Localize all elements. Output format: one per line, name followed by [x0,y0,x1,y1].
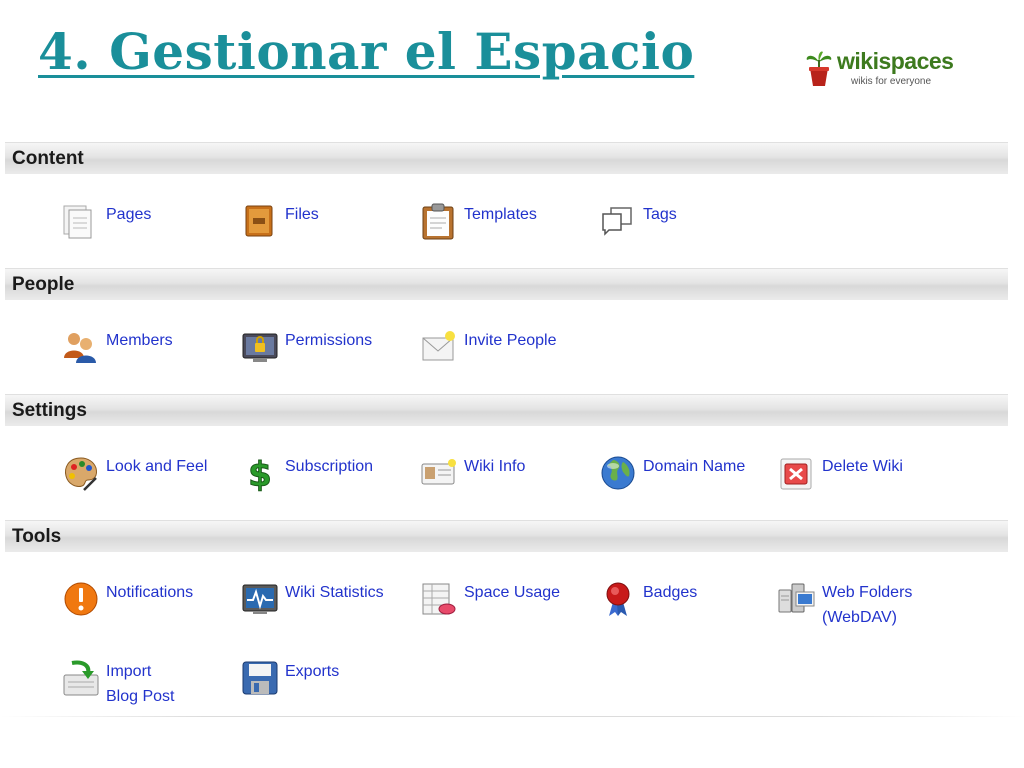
section-header-content: Content [5,142,1008,174]
item-wiki-statistics[interactable]: Wiki Statistics [241,580,411,620]
invite-people-icon [422,331,455,361]
item-exports[interactable]: Exports [241,659,381,699]
badge-icon [606,582,630,616]
item-label: Space Usage [464,584,561,601]
item-import-blog-post[interactable]: Import Blog Post [62,659,212,711]
item-delete-wiki[interactable]: Delete Wiki [778,454,928,494]
item-label-line1: Import [106,663,152,680]
item-label-line2: Blog Post [106,688,175,705]
item-wiki-info[interactable]: Wiki Info [420,454,570,494]
item-label: Members [106,332,173,349]
item-invite-people[interactable]: Invite People [420,328,590,368]
logo-name: wikispaces [837,48,954,74]
pages-icon [63,205,92,239]
id-card-icon [421,459,456,485]
item-label-line2: (WebDAV) [822,609,897,626]
slide-title: 4. Gestionar el Espacio [38,22,695,81]
item-label: Templates [464,206,537,223]
members-icon [64,333,96,363]
wikispaces-logo[interactable]: wikispaces wikis for everyone [803,48,963,92]
item-label: Wiki Statistics [285,584,384,601]
section-title-people: People [12,274,75,295]
templates-icon [422,203,454,240]
section-title-content: Content [12,148,84,169]
item-pages[interactable]: Pages [62,202,202,242]
item-space-usage[interactable]: Space Usage [420,580,580,620]
exports-icon [242,661,278,695]
space-usage-icon [422,583,456,615]
section-header-settings: Settings [5,394,1008,426]
globe-icon [601,456,635,490]
item-files[interactable]: Files [241,202,381,242]
item-members[interactable]: Members [62,328,202,368]
item-label: Invite People [464,332,557,349]
section-header-tools: Tools [5,520,1008,552]
item-look-and-feel[interactable]: Look and Feel [62,454,232,494]
tags-icon [602,207,632,236]
item-label: Domain Name [643,458,746,475]
item-subscription[interactable]: $ Subscription [241,454,401,494]
item-label: Look and Feel [106,458,208,475]
manage-space-panel: Content Pages Files Templates Tags Peopl… [5,142,1008,717]
svg-text:$: $ [248,455,272,492]
delete-icon [780,458,812,490]
item-label-line1: Web Folders [822,584,913,601]
section-header-people: People [5,268,1008,300]
files-icon [245,205,273,237]
item-label: Badges [643,584,698,601]
section-title-settings: Settings [12,400,87,421]
item-label: Notifications [106,584,194,601]
logo-tagline: wikis for everyone [851,76,932,87]
item-label: Exports [285,663,340,680]
item-badges[interactable]: Badges [599,580,719,620]
item-label: Files [285,206,319,223]
bottom-divider [0,716,1024,717]
item-permissions[interactable]: Permissions [241,328,401,368]
item-label: Subscription [285,458,374,475]
item-tags[interactable]: Tags [599,202,719,242]
item-label: Tags [643,206,677,223]
plant-pot-icon [806,51,832,86]
statistics-icon [242,584,278,614]
palette-icon [65,457,97,491]
item-web-folders[interactable]: Web Folders (WebDAV) [778,580,938,632]
web-folders-icon [778,583,815,613]
item-domain-name[interactable]: Domain Name [599,454,769,494]
import-icon [63,660,99,696]
permissions-icon [242,333,278,362]
section-title-tools: Tools [12,526,62,547]
item-templates[interactable]: Templates [420,202,580,242]
notification-icon [64,582,98,616]
dollar-icon: $ [248,455,273,493]
item-label: Pages [106,206,152,223]
item-label: Permissions [285,332,373,349]
item-label: Delete Wiki [822,458,903,475]
item-label: Wiki Info [464,458,526,475]
item-notifications[interactable]: Notifications [62,580,232,620]
